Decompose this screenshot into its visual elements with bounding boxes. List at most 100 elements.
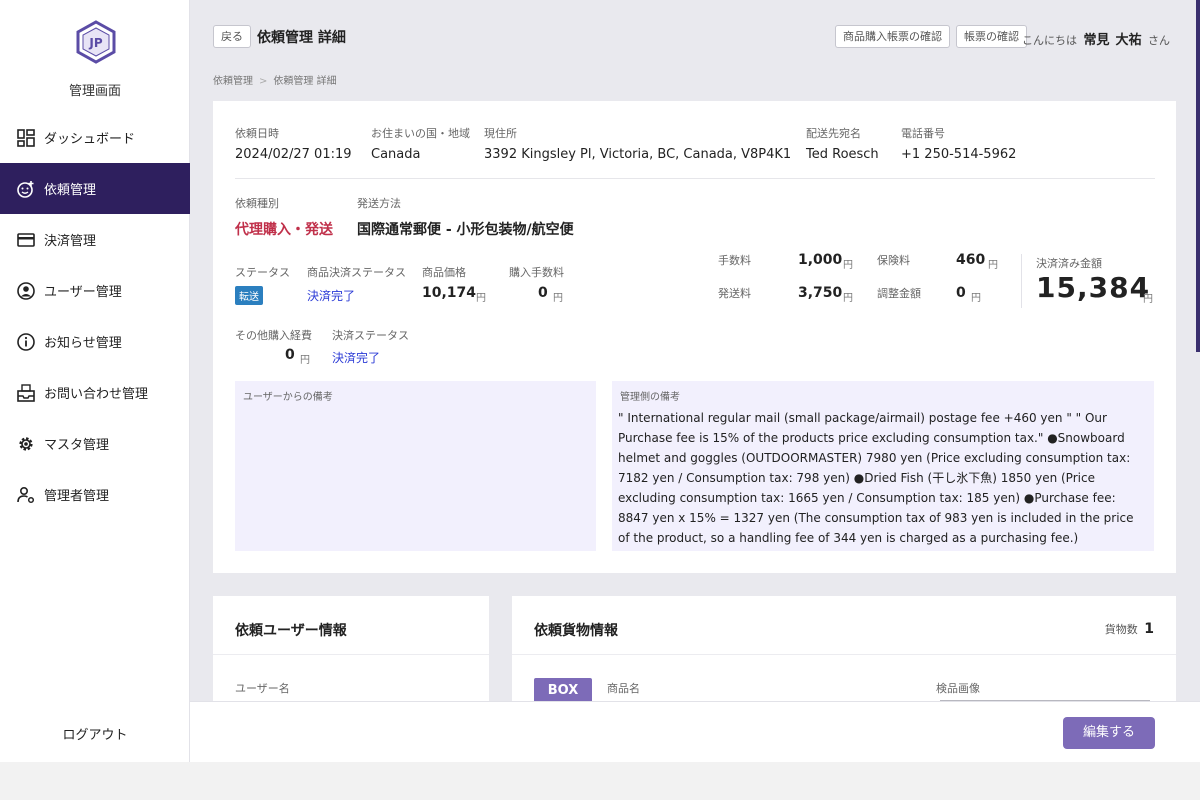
status-badge: 転送 [235,286,263,305]
sidebar-item-admins[interactable]: 管理者管理 [0,469,190,520]
yen-unit: 円 [971,293,981,304]
date-value: 2024/02/27 01:19 [235,147,352,162]
card-icon [16,230,36,250]
purchase-fee-value: 0 [538,285,548,301]
item-price-value: 10,174 [422,285,477,301]
request-type-value: 代理購入・発送 [235,222,333,238]
insurance-value: 460 [956,252,986,268]
yen-unit: 円 [843,293,853,304]
gear-icon [16,434,36,454]
chevron-right-icon: > [259,76,268,87]
doc-button[interactable]: 帳票の確認 [956,25,1027,48]
recipient-value: Ted Roesch [806,147,879,162]
logo-text: JP [88,36,102,50]
username-label: ユーザー名 [235,682,290,695]
country-label: お住まいの国・地域 [371,127,470,140]
address-label: 現住所 [484,127,517,140]
logout-link[interactable]: ログアウト [0,724,190,743]
sidebar-item-label: ダッシュボード [44,132,136,147]
footer-bar: 編集する [190,701,1200,762]
yen-unit: 円 [843,260,853,271]
sidebar-item-label: 決済管理 [44,234,97,249]
admin-icon [16,485,36,505]
shipping-fee-value: 3,750 [798,285,843,301]
logo-icon: JP [76,20,116,64]
paid-amount-value: 15,384 [1036,271,1151,304]
yen-unit: 円 [1143,294,1153,305]
payment-status-value[interactable]: 決済完了 [332,349,380,366]
date-label: 依頼日時 [235,127,279,140]
sidebar-item-inquiries[interactable]: お問い合わせ管理 [0,367,190,418]
smile-plus-icon [16,179,36,199]
greeting-suffix: さん [1148,34,1170,47]
shipping-method-label: 発送方法 [357,197,401,210]
inspection-image-label: 検品画像 [936,682,980,695]
edit-button[interactable]: 編集する [1063,717,1155,749]
request-cargo-title: 依頼貨物情報 [534,623,618,639]
yen-unit: 円 [553,293,563,304]
sidebar-item-requests[interactable]: 依頼管理 [0,163,190,214]
yen-unit: 円 [300,355,310,366]
purchase-fee-label: 購入手数料 [509,266,564,279]
sidebar-item-dashboard[interactable]: ダッシュボード [0,112,190,163]
sidebar-item-label: ユーザー管理 [44,285,122,300]
breadcrumb-item[interactable]: 依頼管理 [213,76,253,87]
phone-value: +1 250-514-5962 [901,147,1017,162]
address-value: 3392 Kingsley Pl, Victoria, BC, Canada, … [484,147,792,162]
request-type-label: 依頼種別 [235,197,279,210]
inbox-icon [16,383,36,403]
purchase-doc-button[interactable]: 商品購入帳票の確認 [835,25,950,48]
app-frame: JP 管理画面 ダッシュボード 依頼管理 決済管理 ユーザー管理 お知らせ管理 … [0,0,1200,762]
sidebar-nav: ダッシュボード 依頼管理 決済管理 ユーザー管理 お知らせ管理 お問い合わせ管理… [0,112,190,520]
page-title: 依頼管理 詳細 [257,30,346,46]
item-payment-status-value[interactable]: 決済完了 [307,287,355,304]
handling-fee-label: 手数料 [718,254,751,267]
cargo-count-value: 1 [1144,621,1154,637]
sidebar-item-payments[interactable]: 決済管理 [0,214,190,265]
payment-status-label: 決済ステータス [332,329,409,342]
sidebar-item-label: お知らせ管理 [44,336,122,351]
summary-divider [1021,254,1022,308]
user-memo-box: ユーザーからの備考 [235,381,596,551]
admin-memo-text: " International regular mail (small pack… [618,411,1134,545]
back-button[interactable]: 戻る [213,25,251,48]
sidebar-item-master[interactable]: マスタ管理 [0,418,190,469]
sidebar-item-notices[interactable]: お知らせ管理 [0,316,190,367]
cargo-count-label: 貨物数 [1104,623,1138,636]
item-price-label: 商品価格 [422,266,466,279]
item-name-label: 商品名 [607,682,640,695]
yen-unit: 円 [476,293,486,304]
scrollbar[interactable] [1196,0,1200,352]
dashboard-icon [16,128,36,148]
country-value: Canada [371,147,421,162]
user-first-name: 大祐 [1115,33,1142,48]
phone-label: 電話番号 [901,127,945,140]
sidebar-item-label: 管理者管理 [44,489,110,504]
insurance-label: 保険料 [877,254,910,267]
card-divider [512,654,1176,655]
shipping-method-value: 国際通常郵便 - 小形包装物/航空便 [357,222,574,238]
recipient-label: 配送先宛名 [806,127,861,140]
user-last-name: 常見 [1083,33,1110,48]
other-fee-value: 0 [285,347,295,363]
sidebar: JP 管理画面 ダッシュボード 依頼管理 決済管理 ユーザー管理 お知らせ管理 … [0,0,190,762]
info-icon [16,332,36,352]
sidebar-item-label: 依頼管理 [44,183,97,198]
paid-amount-label: 決済済み金額 [1036,257,1102,270]
page-header: 戻る 依頼管理 詳細 商品購入帳票の確認 帳票の確認 こんにちは 常見 大祐 さん [213,24,1176,50]
yen-unit: 円 [988,260,998,271]
admin-panel-title: 管理画面 [68,84,121,99]
other-fee-label: その他購入経費 [235,329,312,342]
section-divider [235,178,1155,179]
admin-memo-box: 管理側の備考 " International regular mail (sma… [612,381,1154,551]
user-circle-icon [16,281,36,301]
window-bottom [0,762,1200,800]
status-label: ステータス [235,266,290,279]
breadcrumb: 依頼管理 > 依頼管理 詳細 [213,72,337,87]
item-payment-status-label: 商品決済ステータス [307,266,406,279]
greeting-prefix: こんにちは [1021,34,1077,47]
sidebar-item-label: マスタ管理 [44,438,110,453]
sidebar-item-users[interactable]: ユーザー管理 [0,265,190,316]
sidebar-item-label: お問い合わせ管理 [44,387,149,402]
cargo-count: 貨物数 1 [1105,621,1154,637]
